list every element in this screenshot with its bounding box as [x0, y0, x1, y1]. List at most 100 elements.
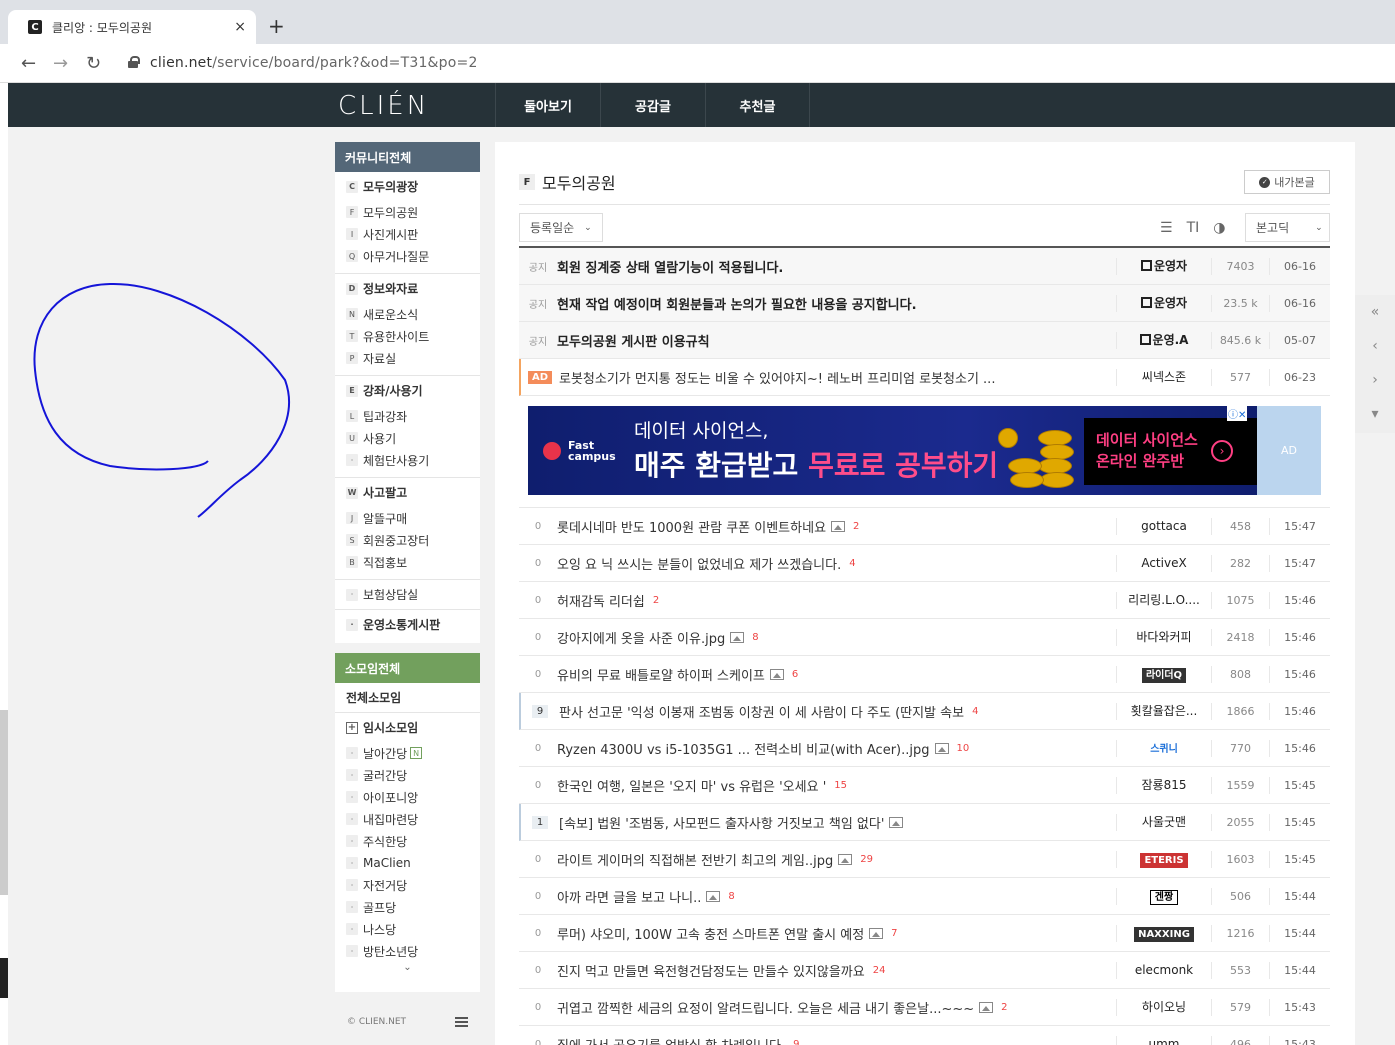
font-size-icon[interactable]: TI — [1187, 220, 1200, 236]
sidebar-item-files[interactable]: P 자료실 — [335, 347, 480, 369]
post-author[interactable]: ActiveX — [1116, 554, 1212, 572]
next-page-icon[interactable]: › — [1355, 363, 1395, 397]
post-author[interactable]: ETERIS — [1116, 850, 1212, 868]
chevron-down-icon[interactable]: ⌄ — [335, 962, 480, 984]
notice-row[interactable]: 공지 모두의공원 게시판 이용규칙 운영.A 845.6 k 05-07 — [519, 322, 1330, 359]
sidebar-item-somoim[interactable]: · 내집마련당 — [335, 808, 480, 830]
close-icon[interactable]: × — [234, 19, 246, 35]
comment-count[interactable]: 2 — [1001, 1002, 1007, 1013]
post-row[interactable]: 0 롯데시네마 반도 1000원 관람 쿠폰 이벤트하네요 2 gottaca 458 1… — [519, 508, 1330, 545]
post-author[interactable]: 운영자 — [1116, 294, 1212, 312]
new-tab-button[interactable]: + — [268, 14, 285, 38]
post-title[interactable]: 아까 라면 글을 보고 나니.. 8 — [557, 887, 1116, 906]
post-title[interactable]: 한국인 여행, 일본은 '오지 마' vs 유럽은 '오세요 ' 15 — [557, 776, 1116, 795]
comment-count[interactable]: 8 — [752, 632, 758, 643]
reload-icon[interactable]: ↻ — [86, 53, 101, 74]
post-title[interactable]: 루머) 샤오미, 100W 고속 충전 스마트폰 연말 출시 예정 7 — [557, 924, 1116, 943]
nav-empathy[interactable]: 공감글 — [600, 83, 705, 127]
sidebar-item-somoim[interactable]: · 방탄소년당 — [335, 940, 480, 962]
post-author[interactable]: 횟칼율잡은... — [1116, 702, 1212, 720]
nav-browse[interactable]: 둘아보기 — [495, 83, 600, 127]
post-author[interactable]: 라이더Q — [1116, 665, 1212, 683]
post-title[interactable]: 오잉 요 닉 쓰시는 분들이 없었네요 제가 쓰겠습니다. 4 — [557, 554, 1116, 573]
post-author[interactable]: 스퀴니 — [1116, 739, 1212, 757]
sidebar-item-trade[interactable]: W 사고팔고 — [335, 478, 480, 507]
post-author[interactable]: 겐짱 — [1116, 887, 1212, 905]
post-title[interactable]: 라이트 게이머의 직접해본 전반기 최고의 게임..jpg 29 — [557, 850, 1116, 869]
post-row[interactable]: 0 오잉 요 닉 쓰시는 분들이 없었네요 제가 쓰겠습니다. 4 ActiveX 28… — [519, 545, 1330, 582]
sidebar-item-news[interactable]: N 새로운소식 — [335, 303, 480, 325]
post-row[interactable]: 0 루머) 샤오미, 100W 고속 충전 스마트폰 연말 출시 예정 7 NAXXI… — [519, 915, 1330, 952]
scrollbar[interactable] — [0, 710, 8, 895]
post-author[interactable]: 바다와커피 — [1116, 628, 1212, 646]
post-title[interactable]: 롯데시네마 반도 1000원 관람 쿠폰 이벤트하네요 2 — [557, 517, 1116, 536]
prev-page-icon[interactable]: ‹ — [1355, 329, 1395, 363]
sidebar-item-ops[interactable]: · 운영소통게시판 — [335, 610, 480, 639]
sidebar-item-somoim[interactable]: · 골프당 — [335, 896, 480, 918]
post-title[interactable]: 모두의공원 게시판 이용규칙 — [557, 331, 1116, 350]
sidebar-item-info[interactable]: D 정보와자료 — [335, 274, 480, 303]
sidebar-item-insurance[interactable]: · 보험상담실 — [335, 580, 480, 609]
sidebar-item-plaza[interactable]: C 모두의광장 — [335, 172, 480, 201]
comment-count[interactable]: 6 — [792, 669, 798, 680]
ad-close-icon[interactable]: ⓘ✕ — [1227, 406, 1248, 421]
sort-select[interactable]: 등록일순 ⌄ — [519, 213, 603, 242]
post-title[interactable]: 진지 먹고 만들면 육전형건담정도는 만들수 있지않을까요 24 — [557, 961, 1116, 980]
post-row[interactable]: 0 허재감독 리더쉽 2 리리링.L.O.... 1075 15:46 — [519, 582, 1330, 619]
notice-row[interactable]: 공지 현재 작업 예정이며 회원분들과 논의가 필요한 내용을 공지합니다. 운… — [519, 285, 1330, 322]
first-page-icon[interactable]: « — [1355, 295, 1395, 329]
sidebar-item-tips[interactable]: L 팁과강좌 — [335, 405, 480, 427]
ad-banner[interactable]: Fast campus 데이터 사이언스, 매주 환급받고 무료로 공부하기 데이… — [528, 406, 1257, 495]
sidebar-item-somoim[interactable]: · 아이포니앙 — [335, 786, 480, 808]
url-input[interactable]: clien.net/service/board/park?&od=T31&po=… — [150, 55, 478, 71]
post-row[interactable]: 0 유비의 무료 배틀로얄 하이퍼 스케이프 6 라이더Q 808 15:46 — [519, 656, 1330, 693]
ad-row[interactable]: AD 로봇청소기가 먼지통 정도는 비울 수 있어야지~! 레노버 프리미엄 로… — [519, 359, 1330, 396]
post-row[interactable]: 0 라이트 게이머의 직접해본 전반기 최고의 게임..jpg 29 ETERIS 16… — [519, 841, 1330, 878]
lock-icon[interactable] — [128, 56, 140, 68]
comment-count[interactable]: 24 — [873, 965, 886, 976]
post-row[interactable]: 1 [속보] 법원 '조범동, 사모펀드 출자사항 거짓보고 책임 없다' 사울굿맨… — [519, 804, 1330, 841]
contrast-icon[interactable]: ◑ — [1213, 220, 1225, 236]
post-author[interactable]: 잠룡815 — [1116, 776, 1212, 794]
sidebar-item-review[interactable]: U 사용기 — [335, 427, 480, 449]
post-author[interactable]: 운영.A — [1116, 331, 1212, 349]
post-author[interactable]: 씨넥스존 — [1116, 368, 1212, 386]
sidebar-item-somoim[interactable]: · 자전거당 — [335, 874, 480, 896]
post-title[interactable]: 집에 가서 공유기를 업방실 할 차례입니다. 9 — [557, 1035, 1116, 1045]
post-title[interactable]: 회원 징계중 상태 열람기능이 적용됩니다. — [557, 257, 1116, 276]
sidebar-item-experience[interactable]: · 체험단사용기 — [335, 449, 480, 471]
post-author[interactable]: umm — [1116, 1035, 1212, 1045]
board-title-text[interactable]: 모두의공원 — [542, 170, 616, 194]
post-author[interactable]: 리리링.L.O.... — [1116, 591, 1212, 609]
post-author[interactable]: gottaca — [1116, 517, 1212, 535]
post-title[interactable]: [속보] 법원 '조범동, 사모펀드 출자사항 거짓보고 책임 없다' — [559, 813, 1116, 832]
sidebar-item-photo[interactable]: I 사진게시판 — [335, 223, 480, 245]
sidebar-item-question[interactable]: Q 아무거나질문 — [335, 245, 480, 267]
sidebar-somoim-head[interactable]: 소모임전체 — [335, 653, 480, 683]
sidebar-item-sites[interactable]: T 유용한사이트 — [335, 325, 480, 347]
sidebar-item-temp-somoim[interactable]: + 임시소모임 — [335, 713, 480, 742]
post-row[interactable]: 0 Ryzen 4300U vs i5-1035G1 ... 전력소비 비교(wi… — [519, 730, 1330, 767]
browser-tab[interactable]: C 클리앙 : 모두의공원 × — [8, 10, 256, 44]
post-row[interactable]: 0 귀엽고 깜찍한 세금의 요정이 알려드립니다. 오늘은 세금 내기 좋은날..… — [519, 989, 1330, 1026]
notice-row[interactable]: 공지 회원 징계중 상태 열람기능이 적용됩니다. 운영자 7403 06-16 — [519, 248, 1330, 285]
plus-icon[interactable]: + — [346, 721, 358, 734]
nav-recommended[interactable]: 추천글 — [705, 83, 810, 127]
sidebar-item-used-market[interactable]: S 회원중고장터 — [335, 529, 480, 551]
sidebar-community-head[interactable]: 커뮤니티전체 — [335, 142, 480, 172]
comment-count[interactable]: 29 — [860, 854, 873, 865]
comment-count[interactable]: 4 — [849, 558, 855, 569]
post-title[interactable]: 현재 작업 예정이며 회원분들과 논의가 필요한 내용을 공지합니다. — [557, 294, 1116, 313]
sidebar-item-all-somoim[interactable]: 전체소모임 — [335, 683, 480, 712]
comment-count[interactable]: 10 — [957, 743, 970, 754]
forward-icon[interactable]: → — [53, 53, 68, 74]
sidebar-item-somoim[interactable]: · 나스당 — [335, 918, 480, 940]
post-author[interactable]: elecmonk — [1116, 961, 1212, 979]
post-row[interactable]: 0 아까 라면 글을 보고 나니.. 8 겐짱 506 15:44 — [519, 878, 1330, 915]
post-row[interactable]: 0 한국인 여행, 일본은 '오지 마' vs 유럽은 '오세요 ' 15 잠룡815… — [519, 767, 1330, 804]
post-title[interactable]: 판사 선고문 '익성 이봉재 조범동 이창권 이 세 사람이 다 주도 (딴지발… — [559, 702, 1116, 721]
sidebar-item-lecture[interactable]: E 강좌/사용기 — [335, 376, 480, 405]
back-icon[interactable]: ← — [21, 53, 36, 74]
post-row[interactable]: 0 진지 먹고 만들면 육전형건담정도는 만들수 있지않을까요 24 elecmonk… — [519, 952, 1330, 989]
post-title[interactable]: 유비의 무료 배틀로얄 하이퍼 스케이프 6 — [557, 665, 1116, 684]
